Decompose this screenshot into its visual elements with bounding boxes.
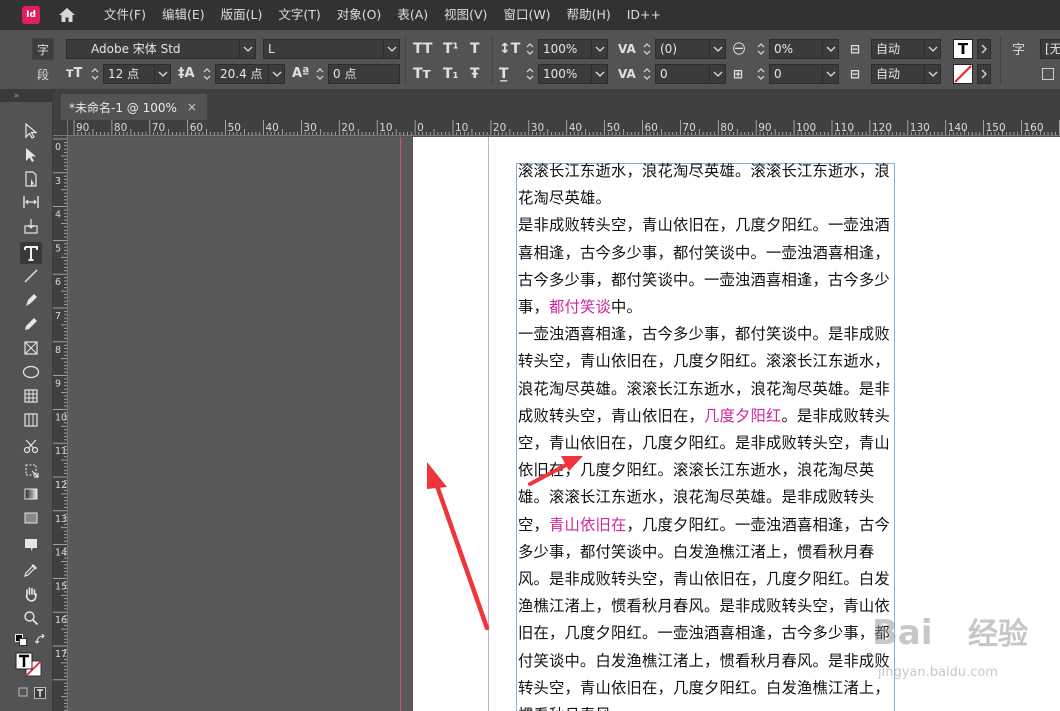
watermark-brand: Bai (872, 613, 933, 653)
annotation-arrow-right (528, 456, 583, 486)
watermark-url: jingyan.baidu.com (877, 665, 998, 680)
annotation-arrow-left (427, 462, 490, 631)
watermark-brand-cn: 经验 (968, 617, 1028, 652)
baidu-watermark: Bai 经验 jingyan.baidu.com (872, 613, 1028, 680)
